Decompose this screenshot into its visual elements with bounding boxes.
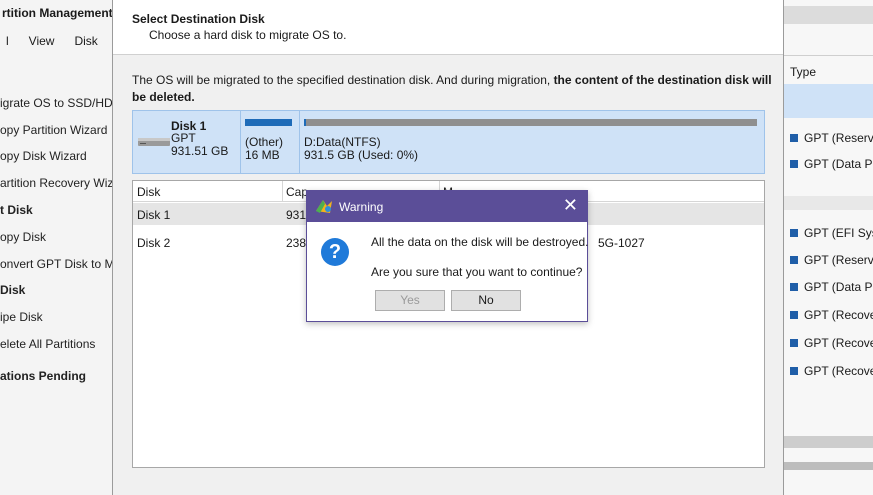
square-icon	[790, 134, 798, 142]
dialog-subtitle: Choose a hard disk to migrate OS to.	[149, 28, 347, 42]
disk-map-panel[interactable]: Disk 1 GPT 931.51 GB (Other) 16 MB D:Dat…	[132, 110, 765, 174]
right-selected-row	[784, 84, 873, 118]
sidebar-item-wipe-disk[interactable]: ipe Disk	[0, 310, 43, 324]
partition-name: (Other)	[245, 135, 284, 149]
partition-usage-bar	[304, 119, 757, 126]
partition-type-row[interactable]: GPT (Recovery	[790, 364, 873, 378]
column-header-disk[interactable]: Disk	[137, 185, 160, 199]
partition-other[interactable]: (Other) 16 MB	[240, 111, 299, 173]
square-icon	[790, 256, 798, 264]
hard-disk-icon	[138, 138, 170, 146]
column-header-type: Type	[790, 65, 817, 79]
sidebar-section-operations-pending: ations Pending	[0, 369, 87, 383]
sidebar-item-partition-recovery[interactable]: artition Recovery Wiz	[0, 176, 113, 190]
partition-type-row[interactable]: GPT (Reserved	[790, 131, 873, 145]
sidebar-section-disk: Disk	[0, 283, 26, 297]
right-bottom-band	[784, 462, 873, 470]
cell-model: 5G-1027	[598, 236, 645, 250]
column-divider[interactable]	[282, 181, 283, 202]
migration-warning-text: The OS will be migrated to the specified…	[132, 73, 772, 104]
sidebar-item-copy-disk[interactable]: opy Disk	[0, 230, 46, 244]
warning-titlebar[interactable]: Warning ✕	[307, 191, 587, 222]
disk-type: GPT	[171, 131, 196, 145]
square-icon	[790, 160, 798, 168]
right-disk-band	[784, 196, 873, 210]
close-icon[interactable]: ✕	[563, 195, 578, 215]
square-icon	[790, 311, 798, 319]
partition-type-row[interactable]: GPT (Reserved	[790, 253, 873, 267]
partition-type-row[interactable]: GPT (Data Par	[790, 157, 873, 171]
sidebar-item-copy-partition-wizard[interactable]: opy Partition Wizard	[0, 123, 107, 137]
confirmation-question: Are you sure that you want to continue?	[371, 265, 583, 279]
square-icon	[790, 283, 798, 291]
partition-size: 16 MB	[245, 148, 280, 162]
partition-type-row[interactable]: GPT (Recovery	[790, 336, 873, 350]
partition-usage-bar	[245, 119, 292, 126]
warning-title: Warning	[339, 200, 384, 214]
dialog-title: Select Destination Disk	[132, 12, 265, 26]
partition-size: 931.5 GB (Used: 0%)	[304, 148, 419, 162]
disk-size: 931.51 GB	[171, 144, 229, 158]
app-title: rtition Management	[2, 6, 113, 20]
partition-type-row[interactable]: GPT (EFI Syste	[790, 226, 873, 240]
warning-message: All the data on the disk will be destroy…	[371, 235, 589, 249]
sidebar-item-migrate-os[interactable]: igrate OS to SSD/HD	[0, 96, 113, 110]
menu-bar: l View Disk	[6, 34, 98, 48]
yes-button[interactable]: Yes	[375, 290, 445, 311]
background-app-right-panel: Type GPT (Reserved GPT (Data Par GPT (EF…	[783, 0, 873, 495]
square-icon	[790, 229, 798, 237]
partition-data[interactable]: D:Data(NTFS) 931.5 GB (Used: 0%)	[299, 111, 764, 173]
dialog-header: Select Destination Disk Choose a hard di…	[113, 0, 783, 55]
horizontal-scrollbar[interactable]	[784, 436, 873, 448]
cell-capacity: 931	[286, 208, 307, 222]
cell-capacity: 238	[286, 236, 307, 250]
square-icon	[790, 339, 798, 347]
column-header-capacity[interactable]: Cap	[286, 185, 308, 199]
warning-dialog: Warning ✕ ? All the data on the disk wil…	[306, 190, 588, 322]
sidebar-item-convert-gpt[interactable]: onvert GPT Disk to M	[0, 257, 114, 271]
cell-disk: Disk 1	[137, 208, 171, 222]
sidebar-item-delete-all-partitions[interactable]: elete All Partitions	[0, 337, 95, 351]
partition-usage-fill	[304, 119, 306, 126]
question-icon: ?	[321, 238, 349, 266]
square-icon	[790, 367, 798, 375]
partition-name: D:Data(NTFS)	[304, 135, 381, 149]
partition-type-row[interactable]: GPT (Data Par	[790, 280, 873, 294]
menu-item-partial[interactable]: l	[6, 34, 9, 48]
sidebar-section-convert-disk: t Disk	[0, 203, 33, 217]
right-divider	[784, 55, 873, 56]
right-band	[784, 6, 873, 24]
app-logo-icon	[316, 200, 332, 213]
cell-disk: Disk 2	[137, 236, 171, 250]
partition-type-row[interactable]: GPT (Recovery	[790, 308, 873, 322]
background-app-left-panel: rtition Management l View Disk igrate OS…	[0, 0, 120, 495]
sidebar-item-copy-disk-wizard[interactable]: opy Disk Wizard	[0, 149, 87, 163]
no-button[interactable]: No	[451, 290, 521, 311]
menu-item-disk[interactable]: Disk	[74, 34, 97, 48]
menu-item-view[interactable]: View	[29, 34, 55, 48]
